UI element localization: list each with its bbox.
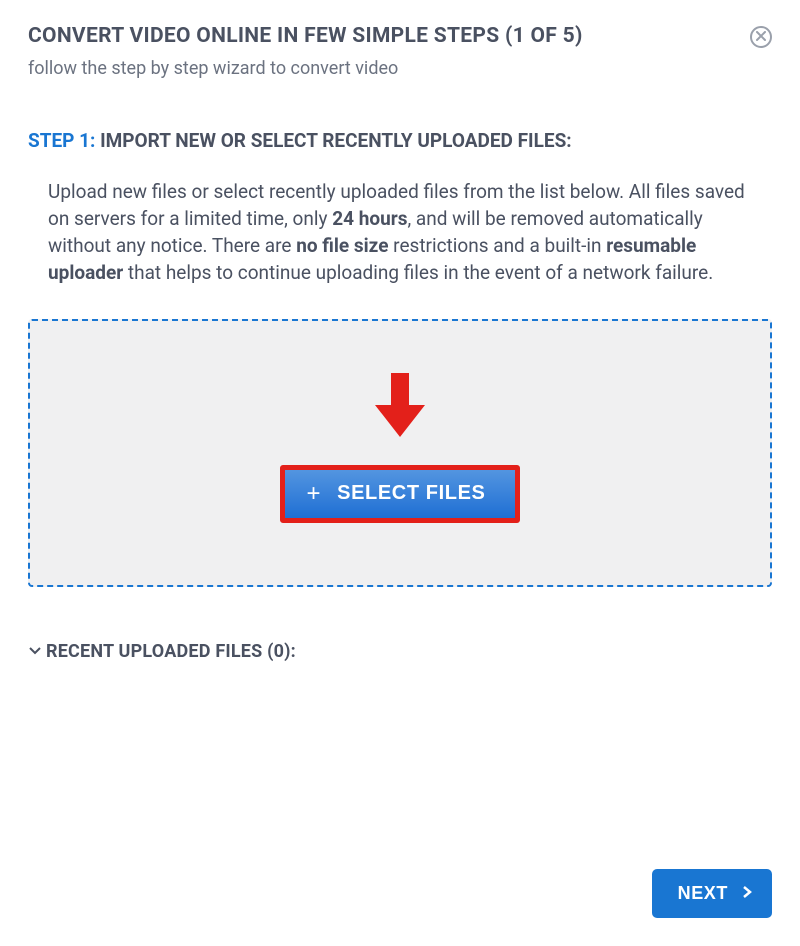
select-files-highlight-frame: + SELECT FILES [280, 465, 521, 523]
chevron-down-icon [28, 642, 42, 661]
recent-files-label: RECENT UPLOADED FILES (0): [46, 641, 296, 662]
select-files-label: SELECT FILES [337, 482, 485, 505]
close-button[interactable] [750, 26, 772, 48]
upload-dropzone[interactable]: + SELECT FILES [28, 319, 772, 587]
arrow-down-indicator-icon [373, 369, 427, 445]
chevron-right-icon [742, 883, 752, 904]
step-description: Upload new files or select recently uplo… [28, 178, 772, 287]
next-label: NEXT [678, 883, 728, 904]
step-number-label: STEP 1: [28, 129, 95, 152]
select-files-button[interactable]: + SELECT FILES [285, 470, 516, 518]
recent-files-toggle[interactable]: RECENT UPLOADED FILES (0): [28, 641, 772, 662]
next-button[interactable]: NEXT [652, 869, 772, 918]
close-icon [756, 29, 766, 45]
page-title: CONVERT VIDEO ONLINE IN FEW SIMPLE STEPS… [28, 24, 583, 48]
plus-icon: + [307, 482, 322, 506]
page-subtitle: follow the step by step wizard to conver… [28, 58, 772, 79]
step-title: IMPORT NEW OR SELECT RECENTLY UPLOADED F… [95, 129, 571, 152]
step-heading: STEP 1: IMPORT NEW OR SELECT RECENTLY UP… [28, 129, 772, 152]
